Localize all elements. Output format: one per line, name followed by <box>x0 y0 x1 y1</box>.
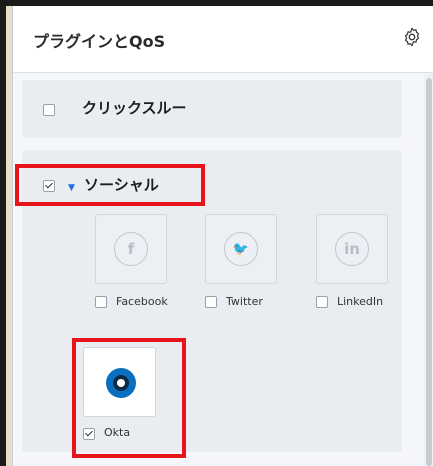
social-label: ソーシャル <box>84 176 159 194</box>
twitter-tile[interactable]: 🐦 <box>205 214 277 284</box>
linkedin-icon: in <box>335 232 369 266</box>
gear-icon[interactable] <box>401 26 423 48</box>
twitter-label: Twitter <box>226 295 263 308</box>
chevron-down-icon[interactable]: ▼ <box>68 183 75 193</box>
click-through-label: クリックスルー <box>82 99 187 117</box>
linkedin-tile[interactable]: in <box>316 214 388 284</box>
twitter-checkbox[interactable] <box>205 296 217 308</box>
twitter-icon: 🐦 <box>224 232 258 266</box>
okta-highlight-box <box>72 338 186 458</box>
linkedin-checkbox[interactable] <box>316 296 328 308</box>
panel-title: プラグインとQoS <box>33 32 166 51</box>
click-through-card: クリックスルー <box>22 80 402 138</box>
facebook-label: Facebook <box>116 295 168 308</box>
scrollbar-thumb[interactable] <box>426 78 432 466</box>
linkedin-label: LinkedIn <box>337 295 384 308</box>
facebook-icon: f <box>114 232 148 266</box>
click-through-checkbox[interactable] <box>43 104 55 116</box>
social-checkbox[interactable] <box>43 180 55 192</box>
panel-header: プラグインとQoS <box>13 6 433 73</box>
facebook-tile[interactable]: f <box>95 214 167 284</box>
facebook-checkbox[interactable] <box>95 296 107 308</box>
